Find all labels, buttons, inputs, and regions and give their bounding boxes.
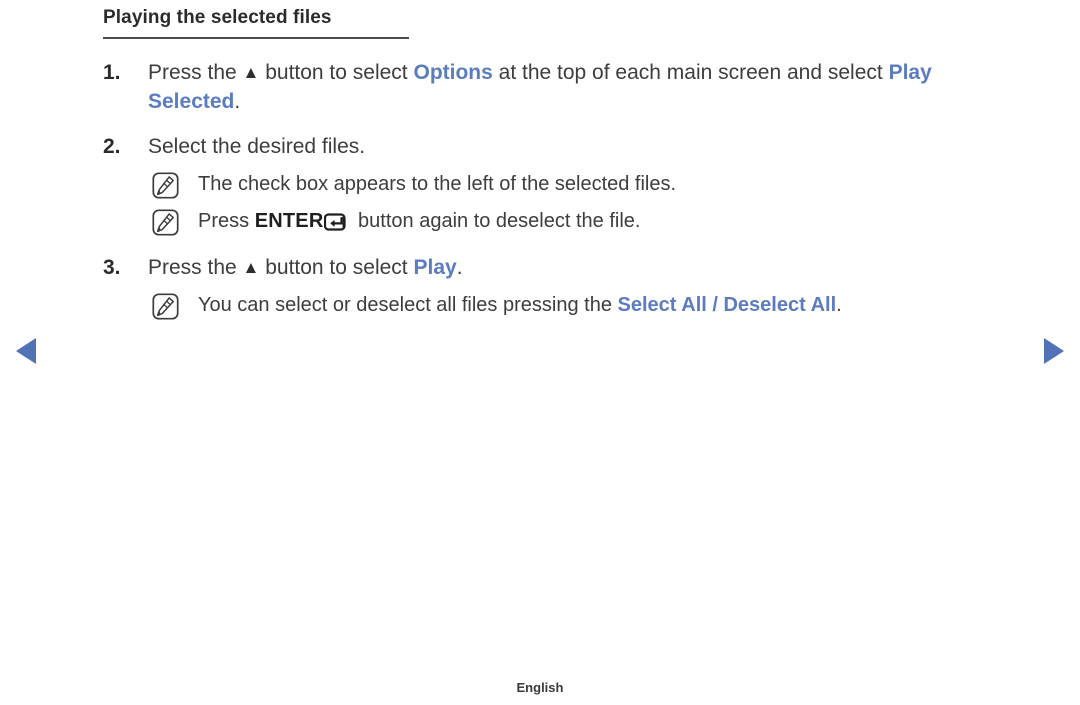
up-arrow-glyph: ▲ [242, 258, 260, 277]
text-run: at the top of each main screen and selec… [492, 61, 889, 84]
text-run: The check box appears to the left of the… [198, 173, 677, 195]
step-text: Press the ▲ button to select Play. [148, 253, 1080, 282]
text-run: . [234, 90, 241, 113]
note-text: You can select or deselect all files pre… [198, 291, 1080, 319]
step-number: 1. [103, 61, 121, 84]
instruction-step: 1. Press the ▲ button to select Options a… [0, 58, 1080, 116]
step-number: 3. [103, 256, 121, 279]
up-arrow-glyph: ▲ [242, 63, 260, 82]
note-pencil-icon [152, 209, 179, 236]
instruction-step: 3. Press the ▲ button to select Play. [0, 253, 1080, 282]
text-run: button to select [259, 61, 414, 84]
footer-language-label: English [516, 680, 564, 695]
highlighted-term: Select All / Deselect All [617, 294, 837, 316]
step-text: Select the desired files. [148, 132, 1080, 161]
instruction-list: 1. Press the ▲ button to select Options a… [0, 58, 1080, 320]
step-spacer [0, 118, 1080, 132]
step-spacer [0, 239, 1080, 253]
enter-key-label: ENTER [254, 210, 324, 232]
note-text: The check box appears to the left of the… [198, 170, 1080, 198]
next-page-arrow-icon[interactable] [1044, 338, 1064, 364]
note-pencil-icon [152, 172, 179, 199]
page-title: Playing the selected files [103, 6, 409, 39]
text-run: You can select or deselect all files pre… [198, 294, 618, 316]
highlighted-term: Options [413, 61, 493, 84]
text-run: Select the desired files. [148, 135, 366, 158]
text-run: button to select [259, 256, 414, 279]
note-item: You can select or deselect all files pre… [0, 291, 1080, 320]
text-run: Press the [148, 61, 243, 84]
step-number: 2. [103, 135, 121, 158]
note-item: The check box appears to the left of the… [0, 170, 1080, 199]
text-run: . [456, 256, 463, 279]
enter-key-icon [324, 211, 352, 239]
previous-page-arrow-icon[interactable] [16, 338, 36, 364]
note-item: Press ENTER button again to deselect the… [0, 207, 1080, 239]
text-run: Press [198, 210, 255, 232]
step-text: Press the ▲ button to select Options at … [148, 58, 1080, 116]
note-text: Press ENTER button again to deselect the… [198, 207, 1080, 239]
text-run: button again to deselect the file. [352, 210, 641, 232]
highlighted-term: Play [413, 256, 457, 279]
text-run: Press the [148, 256, 243, 279]
text-run: . [836, 294, 842, 316]
note-pencil-icon [152, 293, 179, 320]
instruction-step: 2. Select the desired files. [0, 132, 1080, 161]
